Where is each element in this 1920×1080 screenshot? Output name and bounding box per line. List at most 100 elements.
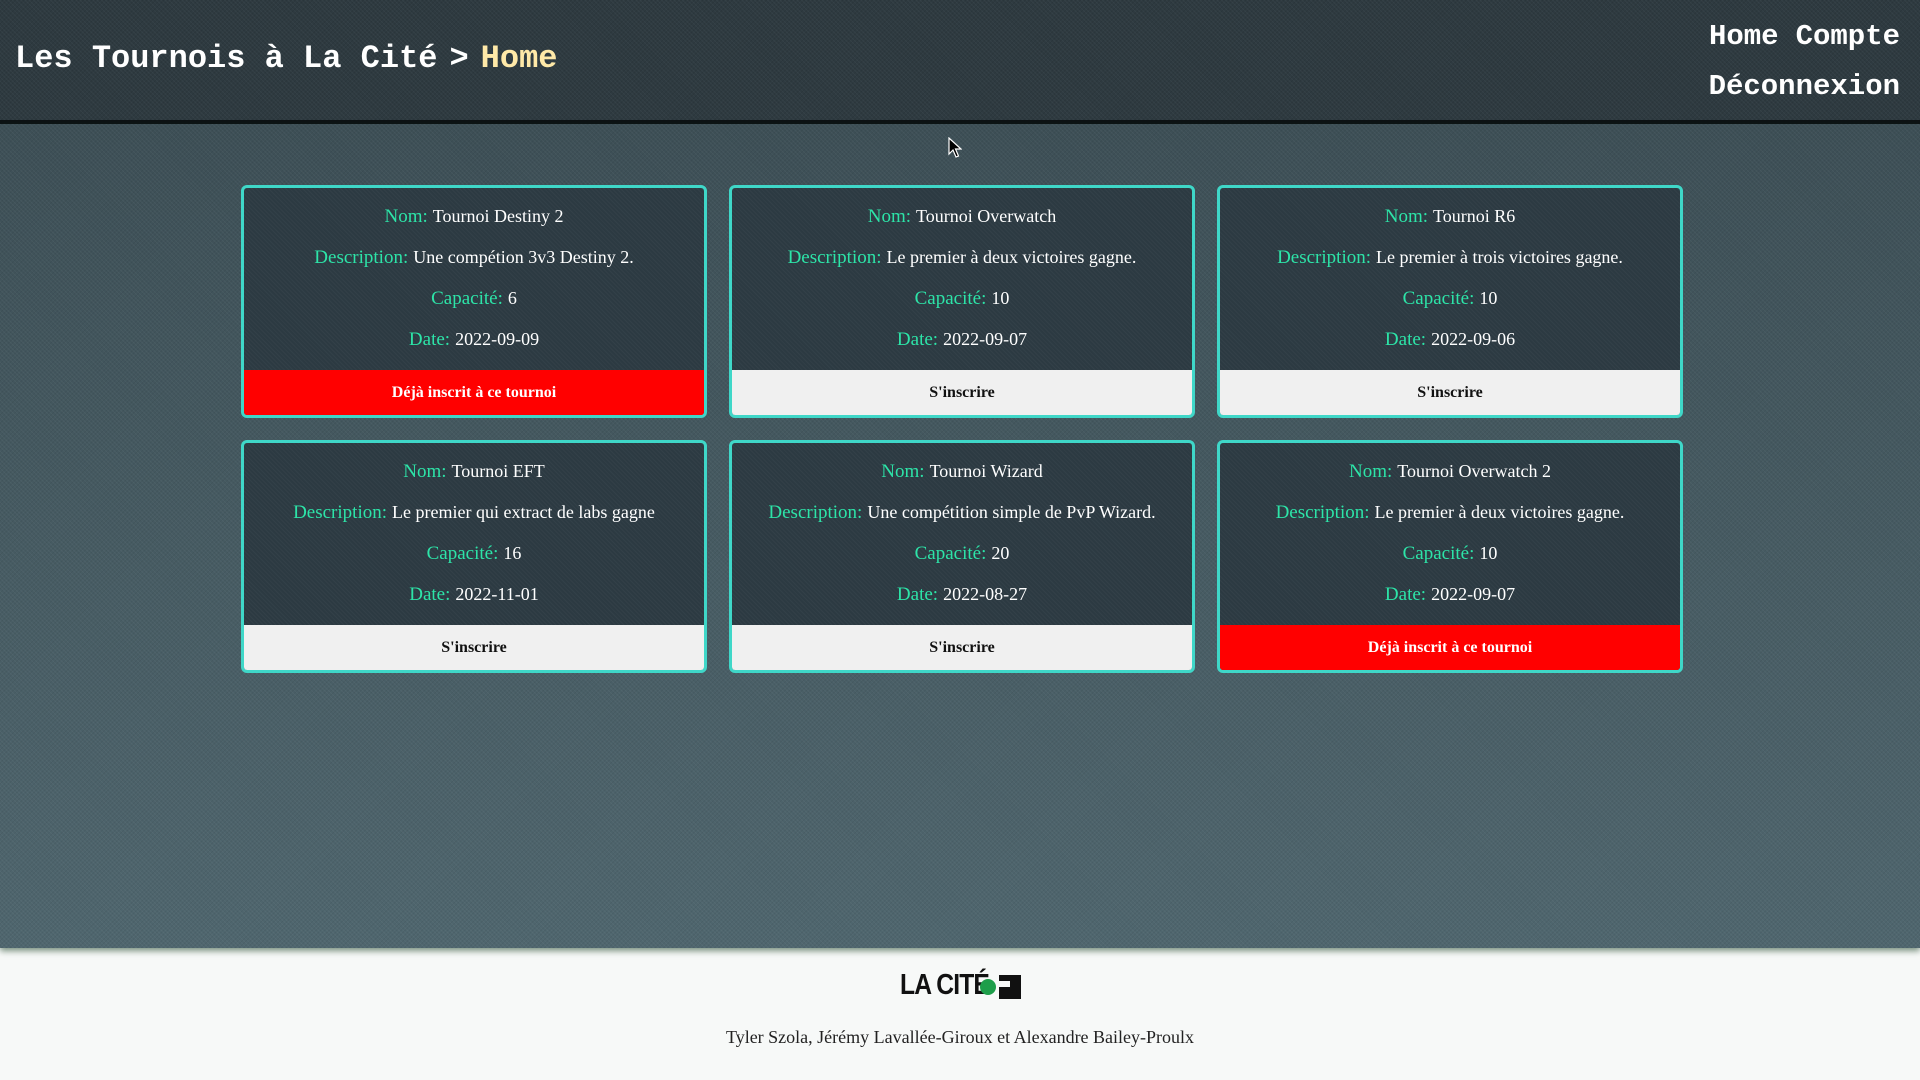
capacity-value: 10 [991, 288, 1010, 308]
card-body: Nom: Tournoi Overwatch Description: Le pre… [732, 188, 1192, 370]
logo-mark-icon [999, 975, 1021, 999]
description-label: Description: [787, 247, 882, 268]
name-value: Tournoi Overwatch 2 [1397, 461, 1551, 481]
date-label: Date: [409, 584, 451, 605]
date-value: 2022-09-06 [1431, 329, 1516, 349]
capacity-label: Capacité: [1402, 543, 1475, 564]
register-button[interactable]: S'inscrire [244, 625, 704, 670]
name-value: Tournoi Destiny 2 [432, 206, 564, 226]
date-value: 2022-09-07 [1431, 584, 1516, 604]
register-button[interactable]: S'inscrire [732, 625, 1192, 670]
tournament-name: Nom: Tournoi R6 [1220, 205, 1680, 246]
card-body: Nom: Tournoi EFT Description: Le premier q… [244, 443, 704, 625]
already-registered-button[interactable]: Déjà inscrit à ce tournoi [244, 370, 704, 415]
tournament-card: Nom: Tournoi Destiny 2 Description: Une co… [241, 185, 707, 418]
tournament-capacity: Capacité: 10 [1220, 542, 1680, 583]
tournament-name: Nom: Tournoi EFT [244, 460, 704, 501]
nav-logout-link[interactable]: Déconnexion [1709, 70, 1900, 103]
date-value: 2022-08-27 [943, 584, 1028, 604]
name-label: Nom: [384, 206, 428, 227]
tournament-date: Date: 2022-09-07 [732, 328, 1192, 369]
card-body: Nom: Tournoi R6 Description: Le premier à … [1220, 188, 1680, 370]
tournament-date: Date: 2022-09-06 [1220, 328, 1680, 369]
description-label: Description: [1277, 247, 1372, 268]
description-value: Le premier à deux victoires gagne. [886, 247, 1137, 267]
date-value: 2022-09-09 [455, 329, 540, 349]
date-label: Date: [896, 584, 939, 605]
date-label: Date: [1384, 329, 1427, 350]
description-value: Une compétition simple de PvP Wizard. [867, 502, 1156, 522]
la-cite-logo: LA CITÉ [900, 969, 1022, 1005]
capacity-value: 6 [507, 288, 517, 308]
date-label: Date: [408, 329, 451, 350]
already-registered-button[interactable]: Déjà inscrit à ce tournoi [1220, 625, 1680, 670]
name-label: Nom: [403, 461, 447, 482]
register-button[interactable]: S'inscrire [732, 370, 1192, 415]
tournament-capacity: Capacité: 10 [732, 287, 1192, 328]
capacity-value: 16 [503, 543, 522, 563]
tournament-date: Date: 2022-09-07 [1220, 583, 1680, 624]
breadcrumb-separator: > [449, 40, 469, 77]
tournament-capacity: Capacité: 20 [732, 542, 1192, 583]
tournament-description: Description: Une compétion 3v3 Destiny 2. [244, 246, 704, 287]
top-nav: Home Compte Déconnexion [1670, 12, 1900, 112]
date-value: 2022-09-07 [943, 329, 1028, 349]
card-body: Nom: Tournoi Overwatch 2 Description: Le p… [1220, 443, 1680, 625]
description-value: Le premier qui extract de labs gagne [392, 502, 655, 522]
tournament-description: Description: Le premier à trois victoires… [1220, 246, 1680, 287]
logo-dot-icon [980, 979, 996, 995]
card-body: Nom: Tournoi Wizard Description: Une compé… [732, 443, 1192, 625]
tournament-description: Description: Le premier à deux victoires … [1220, 501, 1680, 542]
main-content: Nom: Tournoi Destiny 2 Description: Une co… [0, 124, 1920, 948]
date-value: 2022-11-01 [455, 584, 539, 604]
name-label: Nom: [881, 461, 925, 482]
tournament-card: Nom: Tournoi R6 Description: Le premier à … [1217, 185, 1683, 418]
register-button[interactable]: S'inscrire [1220, 370, 1680, 415]
name-value: Tournoi Wizard [929, 461, 1043, 481]
capacity-value: 10 [1479, 288, 1498, 308]
tournament-name: Nom: Tournoi Destiny 2 [244, 205, 704, 246]
capacity-label: Capacité: [426, 543, 499, 564]
card-body: Nom: Tournoi Destiny 2 Description: Une co… [244, 188, 704, 370]
mouse-cursor-icon [948, 137, 962, 158]
name-value: Tournoi Overwatch [916, 206, 1057, 226]
site-title-text: Les Tournois à La Cité [15, 40, 438, 77]
logo-text: LA CITÉ [900, 969, 990, 1001]
tournament-date: Date: 2022-11-01 [244, 583, 704, 624]
capacity-value: 20 [991, 543, 1010, 563]
name-value: Tournoi R6 [1433, 206, 1516, 226]
tournament-card: Nom: Tournoi Overwatch Description: Le pre… [729, 185, 1195, 418]
tournament-capacity: Capacité: 10 [1220, 287, 1680, 328]
tournament-card: Nom: Tournoi Wizard Description: Une compé… [729, 440, 1195, 673]
description-value: Le premier à deux victoires gagne. [1374, 502, 1625, 522]
tournament-date: Date: 2022-08-27 [732, 583, 1192, 624]
capacity-label: Capacité: [914, 288, 987, 309]
description-value: Une compétion 3v3 Destiny 2. [413, 247, 634, 267]
description-label: Description: [1275, 502, 1370, 523]
capacity-label: Capacité: [914, 543, 987, 564]
nav-home-link[interactable]: Home [1709, 20, 1779, 53]
tournament-name: Nom: Tournoi Wizard [732, 460, 1192, 501]
description-value: Le premier à trois victoires gagne. [1376, 247, 1623, 267]
name-value: Tournoi EFT [451, 461, 545, 481]
tournament-capacity: Capacité: 16 [244, 542, 704, 583]
date-label: Date: [896, 329, 939, 350]
name-label: Nom: [1349, 461, 1393, 482]
nav-account-link[interactable]: Compte [1796, 20, 1900, 53]
tournament-description: Description: Une compétition simple de Pv… [732, 501, 1192, 542]
tournament-capacity: Capacité: 6 [244, 287, 704, 328]
breadcrumb: Les Tournois à La Cité > Home [15, 40, 557, 77]
tournament-name: Nom: Tournoi Overwatch [732, 205, 1192, 246]
tournament-card: Nom: Tournoi EFT Description: Le premier q… [241, 440, 707, 673]
name-label: Nom: [867, 206, 912, 227]
tournament-name: Nom: Tournoi Overwatch 2 [1220, 460, 1680, 501]
tournament-description: Description: Le premier à deux victoires … [732, 246, 1192, 287]
tournament-date: Date: 2022-09-09 [244, 328, 704, 369]
name-label: Nom: [1384, 206, 1429, 227]
description-label: Description: [314, 247, 409, 268]
description-label: Description: [768, 502, 863, 523]
breadcrumb-current-page: Home [480, 40, 558, 77]
capacity-label: Capacité: [431, 288, 503, 309]
tournament-grid: Nom: Tournoi Destiny 2 Description: Une co… [241, 185, 1683, 673]
tournament-description: Description: Le premier qui extract de la… [244, 501, 704, 542]
